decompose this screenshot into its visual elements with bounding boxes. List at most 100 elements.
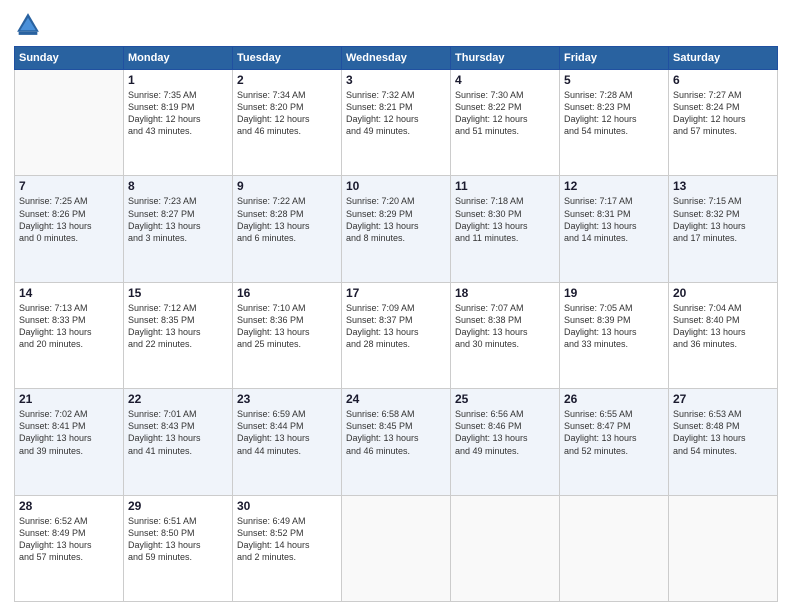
day-info: Sunrise: 7:30 AMSunset: 8:22 PMDaylight:… bbox=[455, 89, 555, 138]
day-number: 20 bbox=[673, 286, 773, 300]
day-info-line: Daylight: 13 hours bbox=[128, 220, 228, 232]
day-info-line: and 49 minutes. bbox=[346, 125, 446, 137]
day-number: 24 bbox=[346, 392, 446, 406]
calendar-header-monday: Monday bbox=[124, 47, 233, 70]
calendar-cell: 30Sunrise: 6:49 AMSunset: 8:52 PMDayligh… bbox=[233, 495, 342, 601]
day-info-line: Daylight: 13 hours bbox=[673, 326, 773, 338]
day-number: 17 bbox=[346, 286, 446, 300]
day-info: Sunrise: 6:53 AMSunset: 8:48 PMDaylight:… bbox=[673, 408, 773, 457]
day-number: 14 bbox=[19, 286, 119, 300]
calendar-cell: 7Sunrise: 7:25 AMSunset: 8:26 PMDaylight… bbox=[15, 176, 124, 282]
day-info-line: Sunset: 8:52 PM bbox=[237, 527, 337, 539]
day-info-line: Daylight: 13 hours bbox=[19, 432, 119, 444]
calendar-cell: 13Sunrise: 7:15 AMSunset: 8:32 PMDayligh… bbox=[669, 176, 778, 282]
day-info-line: and 0 minutes. bbox=[19, 232, 119, 244]
day-info: Sunrise: 7:34 AMSunset: 8:20 PMDaylight:… bbox=[237, 89, 337, 138]
day-info-line: Daylight: 13 hours bbox=[455, 220, 555, 232]
page: SundayMondayTuesdayWednesdayThursdayFrid… bbox=[0, 0, 792, 612]
day-info: Sunrise: 7:20 AMSunset: 8:29 PMDaylight:… bbox=[346, 195, 446, 244]
day-info: Sunrise: 7:17 AMSunset: 8:31 PMDaylight:… bbox=[564, 195, 664, 244]
day-number: 15 bbox=[128, 286, 228, 300]
day-info-line: Sunset: 8:46 PM bbox=[455, 420, 555, 432]
calendar-header-friday: Friday bbox=[560, 47, 669, 70]
day-number: 11 bbox=[455, 179, 555, 193]
day-info-line: and 46 minutes. bbox=[237, 125, 337, 137]
day-info: Sunrise: 6:51 AMSunset: 8:50 PMDaylight:… bbox=[128, 515, 228, 564]
day-info: Sunrise: 7:27 AMSunset: 8:24 PMDaylight:… bbox=[673, 89, 773, 138]
day-info-line: and 25 minutes. bbox=[237, 338, 337, 350]
day-number: 28 bbox=[19, 499, 119, 513]
calendar-header-tuesday: Tuesday bbox=[233, 47, 342, 70]
calendar-cell: 14 Sunrise: 7:13 AMSunset: 8:33 PMDayligh… bbox=[15, 282, 124, 388]
day-info: Sunrise: 7:07 AMSunset: 8:38 PMDaylight:… bbox=[455, 302, 555, 351]
day-info-line: Sunset: 8:30 PM bbox=[455, 208, 555, 220]
day-number: 2 bbox=[237, 73, 337, 87]
day-info-line: Sunrise: 7:28 AM bbox=[564, 89, 664, 101]
day-info-line: Sunset: 8:48 PM bbox=[673, 420, 773, 432]
day-info-line: and 44 minutes. bbox=[237, 445, 337, 457]
day-info-line: Sunrise: 7:25 AM bbox=[19, 195, 119, 207]
day-info-line: Sunrise: 6:51 AM bbox=[128, 515, 228, 527]
day-info-line: Sunrise: 7:23 AM bbox=[128, 195, 228, 207]
logo bbox=[14, 10, 46, 38]
calendar-week-row: 7 Sunrise: 7:25 AMSunset: 8:26 PM Daylight… bbox=[15, 176, 778, 282]
day-info: Sunrise: 7:13 AMSunset: 8:33 PMDaylight:… bbox=[19, 302, 119, 351]
calendar-cell: 20Sunrise: 7:04 AMSunset: 8:40 PMDayligh… bbox=[669, 282, 778, 388]
day-number: 27 bbox=[673, 392, 773, 406]
day-info-line: Daylight: 13 hours bbox=[128, 539, 228, 551]
day-info-line: Sunrise: 6:53 AM bbox=[673, 408, 773, 420]
calendar-header-sunday: Sunday bbox=[15, 47, 124, 70]
day-info-line: Sunrise: 6:49 AM bbox=[237, 515, 337, 527]
day-info: Sunrise: 6:59 AMSunset: 8:44 PMDaylight:… bbox=[237, 408, 337, 457]
day-info-line: Daylight: 12 hours bbox=[237, 113, 337, 125]
day-info-line: Daylight: 13 hours bbox=[346, 220, 446, 232]
calendar-cell bbox=[451, 495, 560, 601]
calendar-cell bbox=[342, 495, 451, 601]
day-info-line: and 22 minutes. bbox=[128, 338, 228, 350]
day-info-line: Sunset: 8:26 PM bbox=[19, 208, 119, 220]
day-info-line: and 49 minutes. bbox=[455, 445, 555, 457]
day-info-line: Daylight: 13 hours bbox=[564, 432, 664, 444]
day-info-line: and 11 minutes. bbox=[455, 232, 555, 244]
day-info-line: Sunrise: 7:15 AM bbox=[673, 195, 773, 207]
day-info-line: Sunrise: 7:01 AM bbox=[128, 408, 228, 420]
day-info-line: and 57 minutes. bbox=[673, 125, 773, 137]
calendar-cell bbox=[560, 495, 669, 601]
day-info-line: Sunrise: 7:12 AM bbox=[128, 302, 228, 314]
day-info-line: Sunrise: 7:18 AM bbox=[455, 195, 555, 207]
day-info-line: Daylight: 14 hours bbox=[237, 539, 337, 551]
day-number: 8 bbox=[128, 179, 228, 193]
day-info-line: and 57 minutes. bbox=[19, 551, 119, 563]
calendar-header-row: SundayMondayTuesdayWednesdayThursdayFrid… bbox=[15, 47, 778, 70]
day-info: Sunrise: 7:12 AMSunset: 8:35 PMDaylight:… bbox=[128, 302, 228, 351]
calendar-cell: 25Sunrise: 6:56 AMSunset: 8:46 PMDayligh… bbox=[451, 389, 560, 495]
day-info-line: and 20 minutes. bbox=[19, 338, 119, 350]
day-info-line: and 39 minutes. bbox=[19, 445, 119, 457]
day-info-line: Daylight: 13 hours bbox=[455, 326, 555, 338]
day-info-line: and 43 minutes. bbox=[128, 125, 228, 137]
day-info-line: Sunrise: 6:52 AM bbox=[19, 515, 119, 527]
day-info-line: and 33 minutes. bbox=[564, 338, 664, 350]
day-info: Sunrise: 7:02 AMSunset: 8:41 PMDaylight:… bbox=[19, 408, 119, 457]
day-info-line: Sunset: 8:35 PM bbox=[128, 314, 228, 326]
calendar-cell: 21Sunrise: 7:02 AMSunset: 8:41 PMDayligh… bbox=[15, 389, 124, 495]
calendar-cell: 28Sunrise: 6:52 AMSunset: 8:49 PMDayligh… bbox=[15, 495, 124, 601]
calendar-cell: 18Sunrise: 7:07 AMSunset: 8:38 PMDayligh… bbox=[451, 282, 560, 388]
day-number: 9 bbox=[237, 179, 337, 193]
day-number: 7 bbox=[19, 179, 119, 193]
day-info-line: and 8 minutes. bbox=[346, 232, 446, 244]
day-info-line: Sunset: 8:38 PM bbox=[455, 314, 555, 326]
logo-icon bbox=[14, 10, 42, 38]
day-info-line: Daylight: 13 hours bbox=[19, 326, 119, 338]
day-info-line: Sunset: 8:50 PM bbox=[128, 527, 228, 539]
day-info-line: Sunset: 8:39 PM bbox=[564, 314, 664, 326]
calendar-cell: 19Sunrise: 7:05 AMSunset: 8:39 PMDayligh… bbox=[560, 282, 669, 388]
day-number: 12 bbox=[564, 179, 664, 193]
calendar-cell: 5Sunrise: 7:28 AMSunset: 8:23 PMDaylight… bbox=[560, 70, 669, 176]
day-info-line: Daylight: 13 hours bbox=[128, 326, 228, 338]
calendar-cell: 22Sunrise: 7:01 AMSunset: 8:43 PMDayligh… bbox=[124, 389, 233, 495]
day-info-line: Daylight: 13 hours bbox=[455, 432, 555, 444]
day-number: 1 bbox=[128, 73, 228, 87]
day-info-line: and 41 minutes. bbox=[128, 445, 228, 457]
day-info-line: and 52 minutes. bbox=[564, 445, 664, 457]
